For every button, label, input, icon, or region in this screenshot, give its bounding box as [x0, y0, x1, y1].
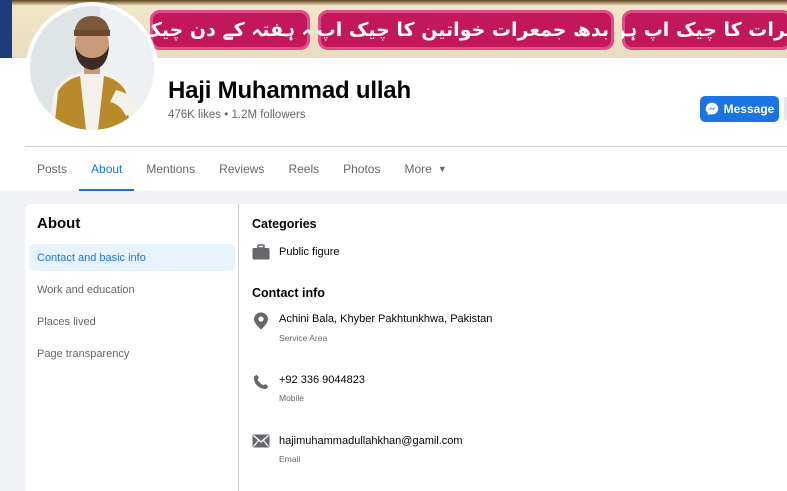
mobile-label: Mobile — [279, 393, 305, 403]
cover-banner-1: جمعہ ہفتہ کے دن چیک اپ — [150, 10, 310, 50]
tab-posts[interactable]: Posts — [25, 147, 79, 191]
sidebar-item-label: Places lived — [37, 315, 96, 328]
sidebar-item-label: Contact and basic info — [37, 251, 146, 264]
email-label: Email — [279, 454, 301, 464]
cover-banner-3: حضرات کا چیک اپ ہوگا — [622, 10, 787, 50]
person-portrait-icon — [30, 6, 154, 130]
location-pin-icon — [251, 311, 271, 331]
about-card: About Contact and basic info Work and ed… — [25, 204, 787, 491]
sidebar-title: About — [37, 215, 81, 232]
categories-title: Categories — [252, 217, 317, 231]
messenger-icon — [705, 102, 719, 116]
message-button[interactable]: Message — [700, 96, 779, 122]
phone-icon — [251, 372, 271, 392]
caret-down-icon: ▼ — [437, 164, 447, 174]
tab-label: Photos — [343, 162, 381, 176]
tab-label: Posts — [37, 162, 68, 176]
sidebar-item-places-lived[interactable]: Places lived — [29, 308, 235, 335]
tab-more[interactable]: More ▼ — [392, 147, 458, 191]
sidebar-item-contact-basic-info[interactable]: Contact and basic info — [29, 244, 235, 271]
category-value: Public figure — [279, 246, 340, 258]
sidebar-item-work-education[interactable]: Work and education — [29, 276, 235, 303]
tab-label: About — [91, 162, 123, 176]
tab-reviews[interactable]: Reviews — [207, 147, 276, 191]
sidebar-item-label: Page transparency — [37, 347, 130, 360]
page-stats: 476K likes • 1.2M followers — [168, 109, 306, 121]
page-title: Haji Muhammad ullah — [168, 77, 411, 104]
tab-reels[interactable]: Reels — [276, 147, 331, 191]
briefcase-icon — [251, 242, 271, 262]
email-value[interactable]: hajimuhammadullahkhan@gamil.com — [279, 435, 463, 447]
profile-avatar[interactable] — [26, 2, 158, 134]
service-area-value: Achini Bala, Khyber Pakhtunkhwa, Pakista… — [279, 313, 493, 325]
avatar-photo — [30, 6, 154, 130]
tab-about[interactable]: About — [79, 147, 135, 191]
message-button-label: Message — [723, 102, 775, 116]
profile-tabs: Posts About Mentions Reviews Reels Photo… — [25, 147, 459, 191]
cover-banner-2: منگل بدھ جمعرات خواتین کا چیک اپ ہوگا — [318, 10, 614, 50]
email-icon — [251, 431, 271, 451]
tab-label: Mentions — [146, 162, 196, 176]
sidebar-item-page-transparency[interactable]: Page transparency — [29, 340, 235, 367]
tab-label: More — [404, 162, 432, 176]
contact-info-title: Contact info — [252, 286, 325, 300]
sidebar-item-label: Work and education — [37, 283, 135, 296]
tab-label: Reels — [288, 162, 320, 176]
tab-mentions[interactable]: Mentions — [134, 147, 207, 191]
about-sidebar: About Contact and basic info Work and ed… — [25, 204, 239, 491]
mobile-value[interactable]: +92 336 9044823 — [279, 374, 365, 386]
tab-label: Reviews — [219, 162, 265, 176]
cover-left-edge — [0, 0, 12, 58]
service-area-label: Service Area — [279, 333, 328, 343]
tab-photos[interactable]: Photos — [331, 147, 392, 191]
